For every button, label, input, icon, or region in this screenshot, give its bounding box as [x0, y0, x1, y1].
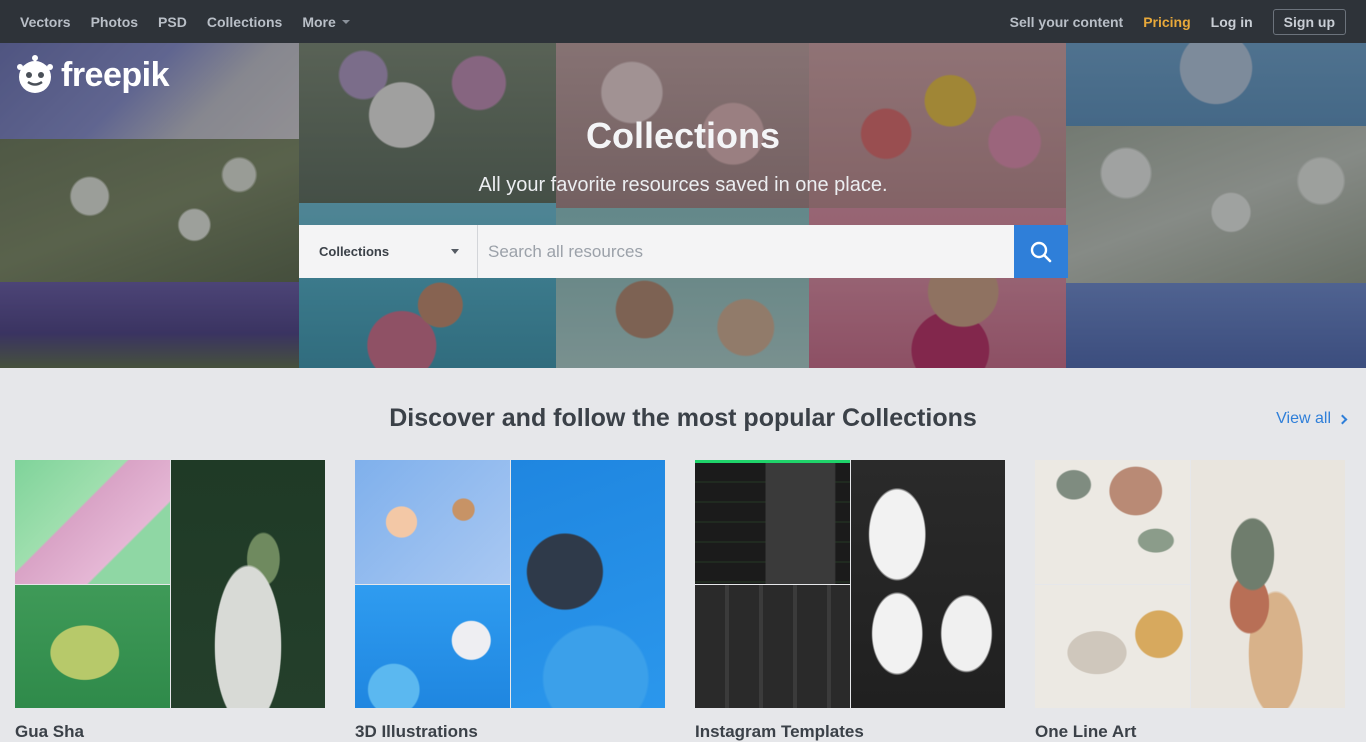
instagram-digitalism-image [695, 585, 850, 708]
gua-sha-roller-image [15, 460, 170, 584]
search-icon [1030, 241, 1052, 262]
search-button[interactable] [1014, 225, 1068, 278]
collection-thumbnail[interactable] [1035, 460, 1345, 708]
page-title: Collections [585, 115, 781, 156]
collection-name[interactable]: One Line Art [1035, 722, 1345, 742]
nav-vectors[interactable]: Vectors [20, 14, 71, 30]
pricing-link[interactable]: Pricing [1143, 14, 1190, 30]
gua-sha-bottle-image [15, 585, 170, 708]
collection-card[interactable]: Instagram Templates [695, 460, 1005, 742]
nav-more-label: More [302, 13, 336, 30]
collection-thumbnail[interactable] [15, 460, 325, 708]
sell-content-link[interactable]: Sell your content [1010, 14, 1124, 30]
nav-more[interactable]: More [302, 13, 350, 30]
instagram-fashion-image [851, 460, 1005, 708]
line-art-hand-image [1035, 585, 1190, 708]
line-art-leaves-image [1035, 460, 1190, 584]
hero-overlay [0, 43, 1366, 368]
nav-left: Vectors Photos PSD Collections More [20, 14, 370, 30]
freepik-mascot-icon [17, 55, 53, 93]
line-art-face-image [1191, 460, 1345, 708]
top-nav: Vectors Photos PSD Collections More Sell… [0, 0, 1366, 43]
freepik-logo[interactable]: freepik [15, 55, 170, 95]
view-all-label: View all [1276, 410, 1331, 427]
3d-rocket-image [355, 585, 510, 708]
view-all-link[interactable]: View all [1276, 410, 1348, 428]
page-subtitle: All your favorite resources saved in one… [478, 174, 888, 196]
3d-hands-image [355, 460, 510, 584]
search-bar: Collections [299, 225, 1068, 278]
search-input[interactable] [478, 225, 1014, 278]
instagram-trends-image [695, 460, 850, 584]
3d-laptop-image [511, 460, 665, 708]
collection-card[interactable]: 3D Illustrations [355, 460, 665, 742]
collection-thumbnail[interactable] [695, 460, 1005, 708]
nav-collections[interactable]: Collections [207, 14, 282, 30]
search-category-select[interactable]: Collections [299, 225, 478, 278]
nav-psd[interactable]: PSD [158, 14, 187, 30]
collection-name[interactable]: 3D Illustrations [355, 722, 665, 742]
hero-banner: freepik Collections All your favorite re… [0, 43, 1366, 368]
chevron-right-icon [1337, 414, 1348, 424]
nav-right: Sell your content Pricing Log in Sign up [990, 8, 1346, 35]
nav-photos[interactable]: Photos [91, 14, 138, 30]
collection-name[interactable]: Instagram Templates [695, 722, 1005, 742]
collection-thumbnail[interactable] [355, 460, 665, 708]
search-category-label: Collections [319, 244, 390, 259]
logo-wordmark: freepik [61, 55, 170, 94]
collection-name[interactable]: Gua Sha [15, 722, 325, 742]
login-link[interactable]: Log in [1211, 14, 1253, 30]
chevron-down-icon [341, 19, 350, 24]
signup-button[interactable]: Sign up [1272, 8, 1346, 35]
chevron-down-icon [451, 249, 459, 254]
discover-heading: Discover and follow the most popular Col… [389, 404, 977, 432]
collection-card[interactable]: One Line Art [1035, 460, 1345, 742]
collection-card[interactable]: Gua Sha [15, 460, 325, 742]
gua-sha-stone-image [171, 460, 325, 708]
